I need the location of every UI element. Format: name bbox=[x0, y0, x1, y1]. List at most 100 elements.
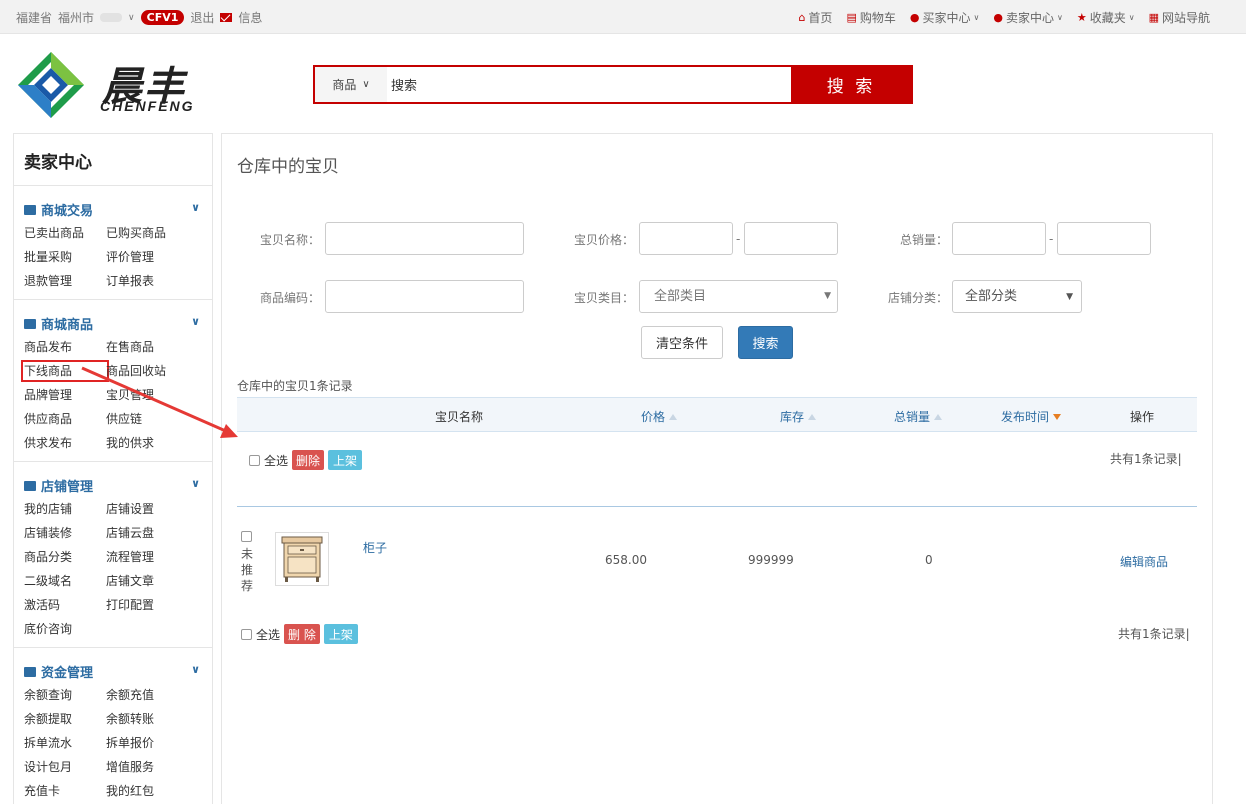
col-sales-sort[interactable]: 总销量 bbox=[894, 408, 943, 425]
warehouse-panel: 仓库中的宝贝 宝贝名称： 宝贝价格： - 总销量： - 商品编码： 宝贝类目： … bbox=[221, 133, 1213, 804]
sidebar-item-activation[interactable]: 激活码 bbox=[24, 597, 106, 613]
sidebar-item-supply-chain[interactable]: 供应链 bbox=[106, 411, 196, 427]
nav-seller-center[interactable]: ● 卖家中心 ∨ bbox=[993, 9, 1062, 26]
nav-label: 购物车 bbox=[859, 11, 896, 25]
sidebar-item-price-inquiry[interactable]: 底价咨询 bbox=[24, 621, 106, 637]
nav-home[interactable]: ⌂ 首页 bbox=[798, 9, 832, 26]
sidebar-item-my-supply[interactable]: 我的供求 bbox=[106, 435, 196, 451]
nav-favorites[interactable]: ★ 收藏夹 ∨ bbox=[1077, 9, 1135, 26]
search-category-select[interactable]: 商品 ∨ bbox=[315, 67, 387, 102]
category-select[interactable]: 全部类目 ▼ bbox=[639, 280, 838, 313]
sidebar-item-cloud[interactable]: 店铺云盘 bbox=[106, 525, 196, 541]
shop-category-select[interactable]: 全部分类 ▼ bbox=[952, 280, 1082, 313]
bulk-actions-top: 全选 删除 上架 bbox=[249, 450, 363, 470]
chevron-down-icon[interactable]: ∨ bbox=[191, 477, 200, 490]
sidebar-item-subdomain[interactable]: 二级域名 bbox=[24, 573, 106, 589]
logout-link[interactable]: 退出 bbox=[190, 9, 214, 26]
sidebar-item-recycle[interactable]: 商品回收站 bbox=[106, 363, 196, 379]
top-nav: ⌂ 首页 ▤ 购物车 ● 买家中心 ∨ ● 卖家中心 ∨ ★ 收藏夹 ∨ ▦ 网站导航 bbox=[798, 9, 1210, 26]
sidebar-item-transfer[interactable]: 余额转账 bbox=[106, 711, 196, 727]
sidebar-item-decorate[interactable]: 店铺装修 bbox=[24, 525, 106, 541]
search-input[interactable] bbox=[387, 67, 791, 102]
section-header[interactable]: 商城交易 ∨ bbox=[24, 200, 212, 219]
sidebar-item-print[interactable]: 打印配置 bbox=[106, 597, 196, 613]
sidebar-item-refunds[interactable]: 退款管理 bbox=[24, 273, 106, 289]
price-max-input[interactable] bbox=[744, 222, 838, 255]
sidebar-item-balance[interactable]: 余额查询 bbox=[24, 687, 106, 703]
chevron-down-icon: ∨ bbox=[362, 79, 370, 90]
sidebar-item-bought[interactable]: 已购买商品 bbox=[106, 225, 196, 241]
sidebar-item-on-sale[interactable]: 在售商品 bbox=[106, 339, 196, 355]
sidebar-item-red-packets[interactable]: 我的红包 bbox=[106, 783, 196, 799]
cart-icon: ▤ bbox=[846, 11, 857, 24]
caret-down-icon: ▼ bbox=[824, 291, 831, 301]
select-all-checkbox[interactable] bbox=[249, 454, 260, 466]
sidebar-item-articles[interactable]: 店铺文章 bbox=[106, 573, 196, 589]
sidebar-item-reviews[interactable]: 评价管理 bbox=[106, 249, 196, 265]
nav-cart[interactable]: ▤ 购物车 bbox=[846, 9, 895, 26]
select-all-label: 全选 bbox=[264, 453, 289, 468]
sidebar-item-split-quote[interactable]: 拆单报价 bbox=[106, 735, 196, 751]
province[interactable]: 福建省 bbox=[16, 9, 52, 26]
sidebar-item-brands[interactable]: 品牌管理 bbox=[24, 387, 106, 403]
chevron-down-icon[interactable]: ∨ bbox=[128, 13, 135, 23]
site-logo[interactable]: 晨丰 CHENFENG bbox=[14, 48, 214, 120]
sidebar-item-withdraw[interactable]: 余额提取 bbox=[24, 711, 106, 727]
sidebar-item-cards[interactable]: 充值卡 bbox=[24, 783, 106, 799]
home-icon: ⌂ bbox=[798, 11, 806, 24]
shop-category-label: 店铺分类： bbox=[888, 291, 949, 305]
caret-down-icon: ▼ bbox=[1066, 292, 1073, 302]
nav-label: 买家中心 bbox=[922, 11, 971, 25]
clear-filters-button[interactable]: 清空条件 bbox=[641, 326, 723, 359]
delete-button[interactable]: 删 除 bbox=[284, 624, 320, 644]
sidebar-item-bulk-purchase[interactable]: 批量采购 bbox=[24, 249, 106, 265]
section-header[interactable]: 店铺管理 ∨ bbox=[24, 476, 212, 495]
name-input[interactable] bbox=[325, 222, 524, 255]
chevron-down-icon[interactable]: ∨ bbox=[191, 201, 200, 214]
sidebar-item-goods[interactable]: 宝贝管理 bbox=[106, 387, 196, 403]
sidebar-item-workflow[interactable]: 流程管理 bbox=[106, 549, 196, 565]
city[interactable]: 福州市 bbox=[58, 9, 94, 26]
col-time-sort[interactable]: 发布时间 bbox=[1001, 408, 1062, 425]
logo-mark-icon bbox=[18, 52, 84, 118]
edit-product-link[interactable]: 编辑商品 bbox=[1120, 553, 1168, 570]
sidebar-section-trade: 商城交易 ∨ 已卖出商品 已购买商品 批量采购 评价管理 退款管理 订单报表 bbox=[14, 186, 212, 300]
product-thumbnail[interactable] bbox=[275, 532, 329, 586]
sidebar-item-value-added[interactable]: 增值服务 bbox=[106, 759, 196, 775]
sidebar-item-store-settings[interactable]: 店铺设置 bbox=[106, 501, 196, 517]
message-link[interactable]: 信息 bbox=[238, 9, 262, 26]
sales-max-input[interactable] bbox=[1057, 222, 1151, 255]
sidebar-item-offline[interactable]: 下线商品 bbox=[21, 360, 109, 382]
sidebar-item-my-store[interactable]: 我的店铺 bbox=[24, 501, 106, 517]
sidebar-item-sold[interactable]: 已卖出商品 bbox=[24, 225, 106, 241]
delete-button[interactable]: 删除 bbox=[292, 450, 325, 470]
sidebar-section-finance: 资金管理 ∨ 余额查询 余额充值 余额提取 余额转账 拆单流水 拆单报价 设计包… bbox=[14, 648, 212, 809]
search-button[interactable]: 搜 索 bbox=[791, 67, 911, 102]
chevron-down-icon[interactable]: ∨ bbox=[191, 315, 200, 328]
product-name-link[interactable]: 柜子 bbox=[363, 539, 387, 556]
sidebar-item-publish[interactable]: 商品发布 bbox=[24, 339, 106, 355]
chevron-down-icon[interactable]: ∨ bbox=[191, 663, 200, 676]
code-input[interactable] bbox=[325, 280, 524, 313]
sidebar-item-monthly[interactable]: 设计包月 bbox=[24, 759, 106, 775]
col-name: 宝贝名称 bbox=[435, 410, 484, 424]
sidebar-item-split-flow[interactable]: 拆单流水 bbox=[24, 735, 106, 751]
sales-min-input[interactable] bbox=[952, 222, 1046, 255]
sidebar-item-supply[interactable]: 供应商品 bbox=[24, 411, 106, 427]
sidebar-item-categories[interactable]: 商品分类 bbox=[24, 549, 106, 565]
sidebar-item-recharge[interactable]: 余额充值 bbox=[106, 687, 196, 703]
nav-buyer-center[interactable]: ● 买家中心 ∨ bbox=[910, 9, 979, 26]
sidebar-item-order-report[interactable]: 订单报表 bbox=[106, 273, 196, 289]
shelve-button[interactable]: 上架 bbox=[323, 624, 358, 644]
nav-site-map[interactable]: ▦ 网站导航 bbox=[1149, 9, 1210, 26]
select-all-checkbox[interactable] bbox=[241, 628, 252, 640]
sidebar-item-supply-publish[interactable]: 供求发布 bbox=[24, 435, 106, 451]
shelve-button[interactable]: 上架 bbox=[328, 450, 363, 470]
section-header[interactable]: 商城商品 ∨ bbox=[24, 314, 212, 333]
filter-search-button[interactable]: 搜索 bbox=[738, 326, 793, 359]
row-checkbox[interactable] bbox=[241, 531, 252, 542]
section-header[interactable]: 资金管理 ∨ bbox=[24, 662, 212, 681]
col-stock-sort[interactable]: 库存 bbox=[780, 408, 817, 425]
col-price-sort[interactable]: 价格 bbox=[641, 408, 678, 425]
price-min-input[interactable] bbox=[639, 222, 733, 255]
